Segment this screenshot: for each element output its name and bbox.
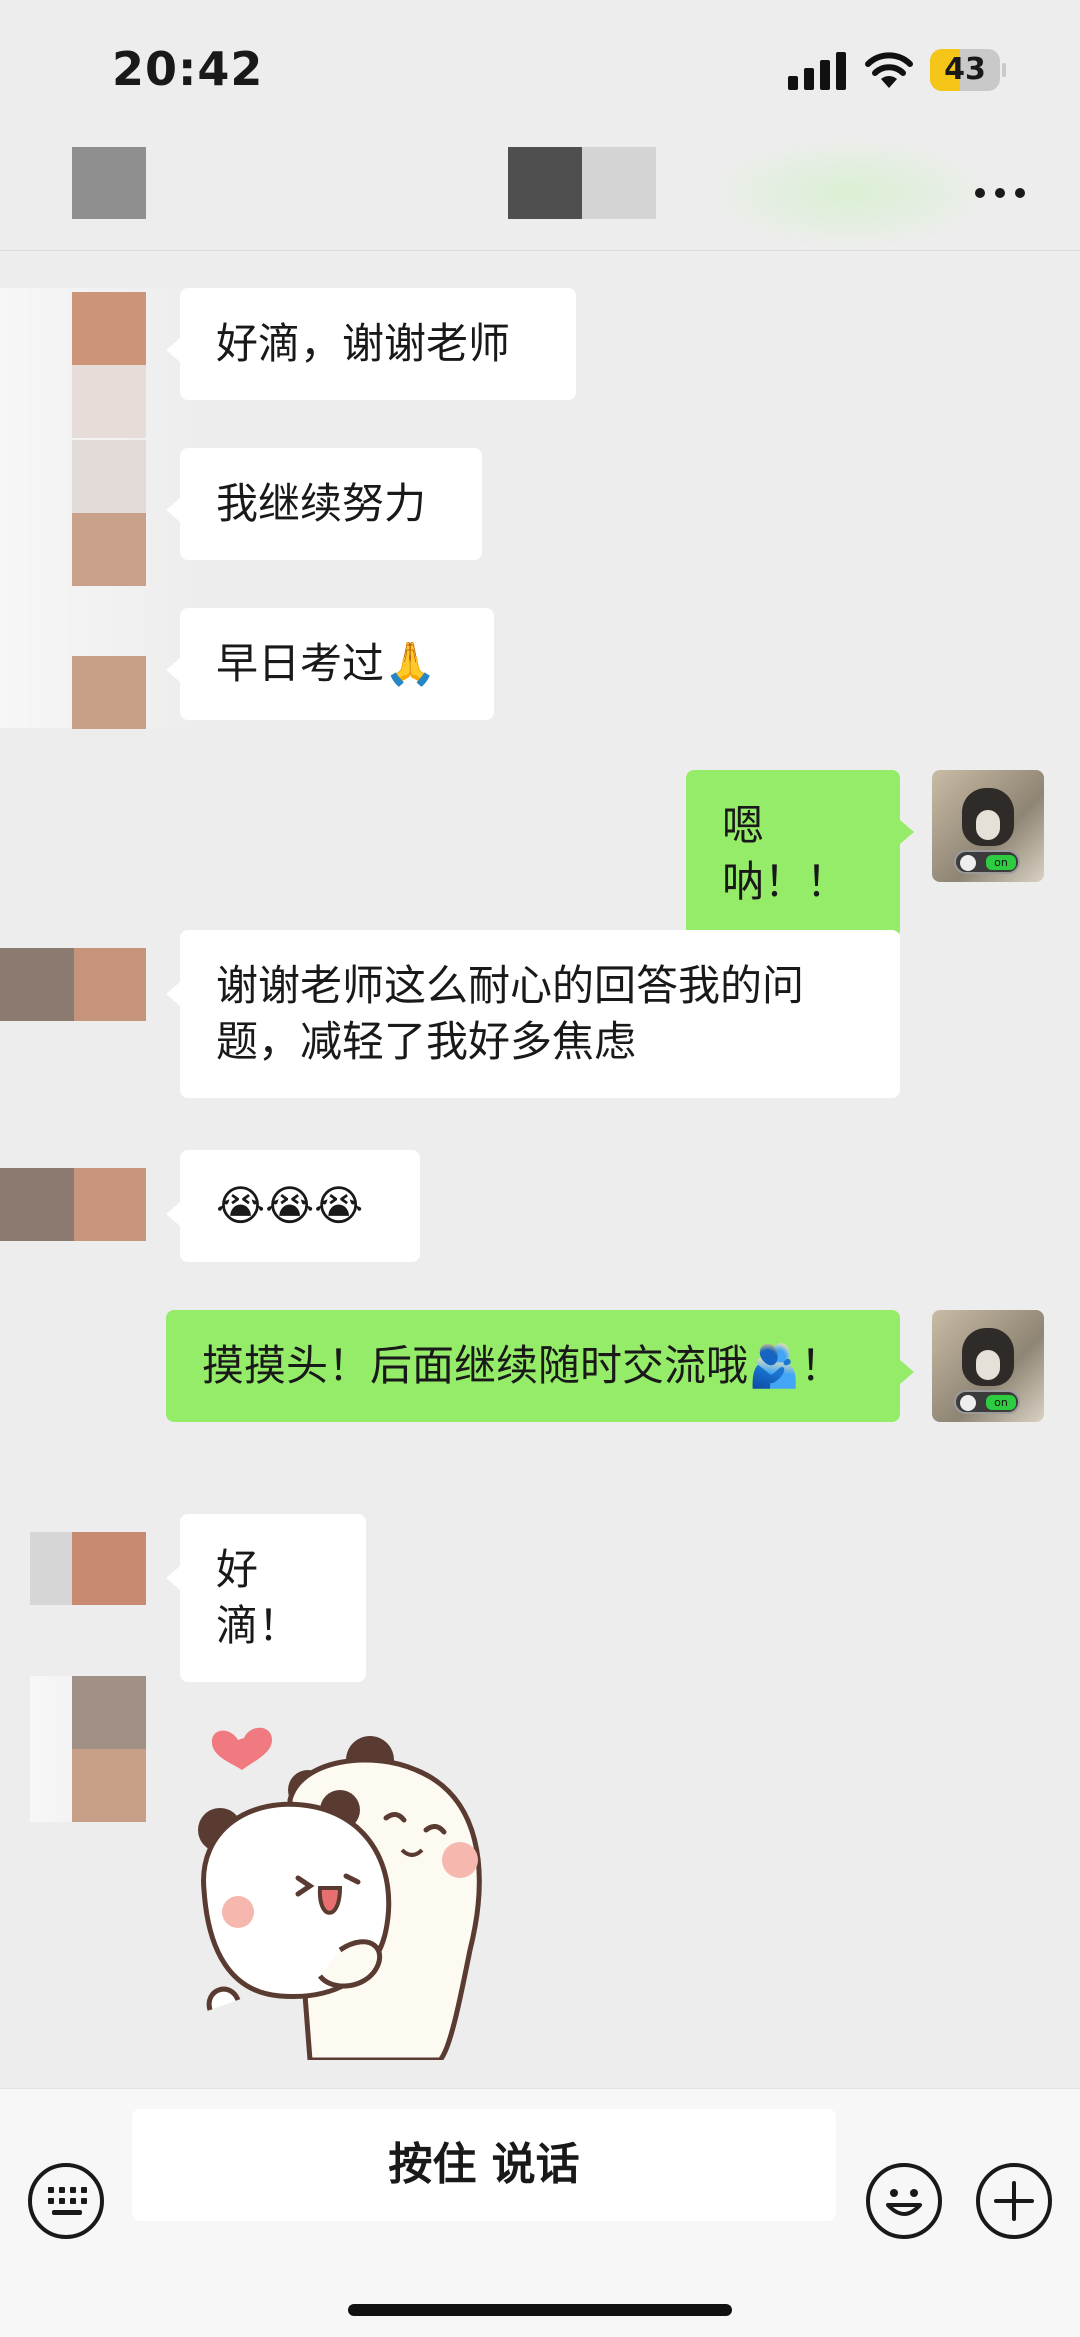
message-text: 谢谢老师这么耐心的回答我的问题，减轻了我好多焦虑 [216, 961, 805, 1066]
avatar-toggle-graphic: on [954, 1390, 1020, 1414]
my-avatar[interactable]: on [932, 1310, 1044, 1422]
input-bar: 按住 说话 [0, 2088, 1080, 2337]
back-button-obscured[interactable] [72, 147, 146, 219]
message-text: 摸摸头！后面继续随时交流哦🫂！ [202, 1341, 843, 1390]
chat-message-list[interactable]: 好滴，谢谢老师 我继续努力 早日考过🙏 嗯呐！！ on 谢谢老师这么耐心的回答我… [0, 252, 1080, 2087]
incoming-message[interactable]: 😭😭😭 [180, 1150, 420, 1262]
keyboard-icon[interactable] [28, 2163, 104, 2239]
avatar-dog-face [976, 1350, 1000, 1380]
wifi-icon [865, 52, 913, 88]
home-indicator [348, 2304, 732, 2316]
sender-avatar-obscured [72, 440, 146, 586]
message-text: 好滴！ [216, 1545, 301, 1650]
my-avatar[interactable]: on [932, 770, 1044, 882]
status-bar: 20:42 43 [0, 0, 1080, 135]
bubble-tail [166, 658, 180, 682]
sender-avatar-obscured [30, 1532, 146, 1609]
incoming-message[interactable]: 好滴！ [180, 1514, 366, 1682]
emoji-icon[interactable] [866, 2163, 942, 2239]
battery-level-text: 43 [944, 52, 986, 87]
sender-avatar-obscured [72, 1676, 146, 1822]
bubble-tail [166, 1566, 180, 1590]
avatar-toggle-knob [960, 855, 976, 871]
avatar-toggle-knob [960, 1395, 976, 1411]
hold-to-talk-button[interactable]: 按住 说话 [132, 2109, 836, 2221]
panda-hug-sticker[interactable] [190, 1700, 550, 2060]
bubble-tail [166, 982, 180, 1006]
header-blur-glow [700, 135, 1000, 251]
message-text: 早日考过🙏 [216, 639, 437, 688]
avatar-dog-face [976, 810, 1000, 840]
cellular-signal-icon [788, 52, 846, 90]
message-text: 😭😭😭 [216, 1181, 364, 1230]
sender-avatar-obscured [72, 656, 146, 729]
battery-body: 43 [930, 49, 1000, 91]
avatar-toggle-graphic: on [954, 850, 1020, 874]
bubble-tail [900, 1360, 914, 1384]
outgoing-message[interactable]: 嗯呐！！ [686, 770, 900, 938]
chat-title-obscured-part [582, 147, 656, 219]
message-text: 我继续努力 [216, 479, 427, 528]
more-icon[interactable] [970, 173, 1030, 213]
message-text: 嗯呐！！ [722, 801, 849, 906]
battery-cap [1002, 63, 1006, 77]
message-text: 好滴，谢谢老师 [216, 319, 511, 368]
bubble-tail [166, 1202, 180, 1226]
avatar-toggle-text: on [986, 855, 1016, 870]
avatar-toggle-text: on [986, 1395, 1016, 1410]
incoming-message[interactable]: 好滴，谢谢老师 [180, 288, 576, 400]
status-time: 20:42 [112, 42, 264, 96]
chat-title-obscured [508, 147, 582, 219]
incoming-message[interactable]: 我继续努力 [180, 448, 482, 560]
sender-avatar-obscured [0, 1168, 146, 1245]
chat-header [0, 135, 1080, 251]
incoming-message[interactable]: 谢谢老师这么耐心的回答我的问题，减轻了我好多焦虑 [180, 930, 900, 1098]
bubble-tail [166, 338, 180, 362]
battery-indicator: 43 [930, 49, 1006, 91]
add-icon[interactable] [976, 2163, 1052, 2239]
bubble-tail [900, 820, 914, 844]
sender-avatar-obscured [72, 292, 146, 438]
outgoing-message[interactable]: 摸摸头！后面继续随时交流哦🫂！ [166, 1310, 900, 1422]
sender-avatar-obscured [0, 948, 146, 1025]
bubble-tail [166, 498, 180, 522]
incoming-message[interactable]: 早日考过🙏 [180, 608, 494, 720]
